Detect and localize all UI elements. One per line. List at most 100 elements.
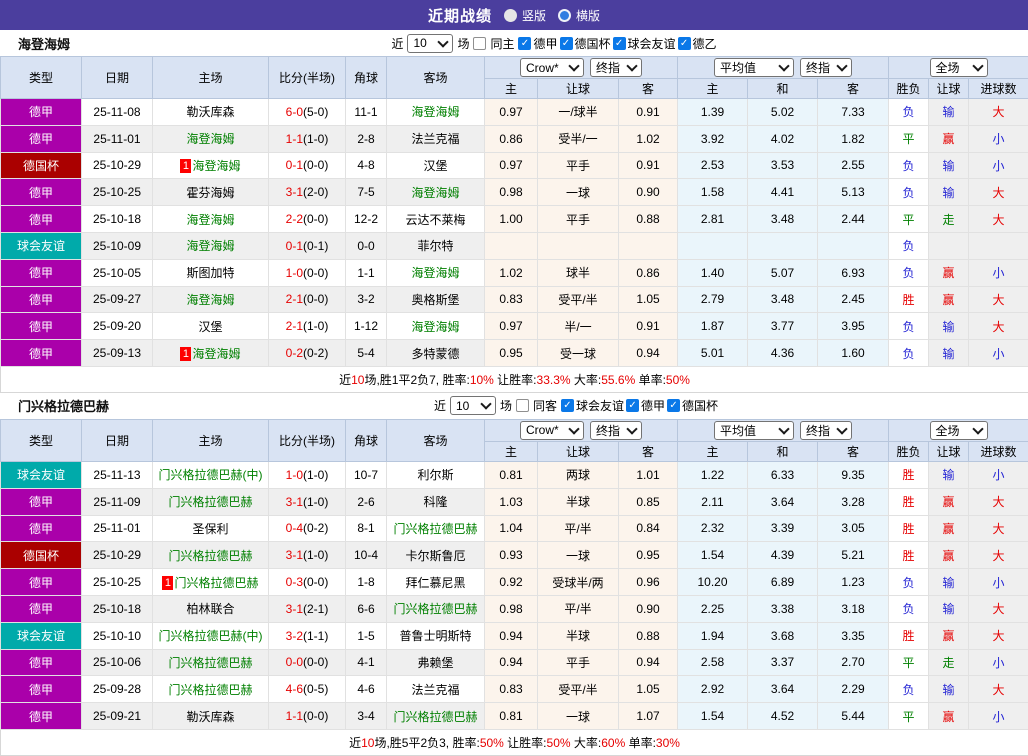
odds-handicap: 一球 (538, 703, 619, 730)
match-date: 25-10-25 (82, 569, 153, 596)
match-count-select[interactable]: 10 (450, 396, 496, 415)
league-checkbox[interactable]: ✓ (613, 37, 626, 50)
corner-count: 1-5 (346, 622, 387, 649)
odds-handicap: 受一球 (538, 340, 619, 367)
score: 1-1(0-0) (269, 703, 346, 730)
page-title: 近期战绩 (428, 5, 492, 26)
league-checkbox-label: 德乙 (693, 35, 717, 52)
league-checkbox[interactable]: ✓ (561, 399, 574, 412)
fulltime-select[interactable]: 全场 (930, 421, 988, 440)
radio-horizontal-icon[interactable] (558, 9, 571, 22)
odds-away: 0.90 (619, 179, 678, 206)
match-date: 25-10-10 (82, 622, 153, 649)
avg-home: 5.01 (678, 340, 748, 367)
corner-count: 4-8 (346, 152, 387, 179)
score: 0-3(0-0) (269, 569, 346, 596)
odds-handicap: 受球半/两 (538, 569, 619, 596)
odds-home: 0.97 (485, 99, 538, 126)
result-wdl: 负 (889, 152, 929, 179)
match-date: 25-10-05 (82, 259, 153, 286)
avg-time-select[interactable]: 终指 (800, 58, 852, 77)
same-venue-checkbox[interactable] (473, 37, 486, 50)
matches-label: 场 (500, 397, 512, 414)
same-venue-checkbox[interactable] (516, 399, 529, 412)
odds-home: 0.95 (485, 340, 538, 367)
away-team: 门兴格拉德巴赫 (387, 595, 485, 622)
avg-away: 3.05 (818, 515, 889, 542)
corner-count: 10-4 (346, 542, 387, 569)
result-wdl: 平 (889, 703, 929, 730)
near-label: 近 (391, 35, 403, 52)
avg-group-header: 平均值 终指 (678, 419, 889, 441)
result-wdl: 负 (889, 232, 929, 259)
result-handicap: 赢 (929, 286, 969, 313)
matches-body: 德甲25-11-08勒沃库森6-0(5-0)11-1海登海姆0.97一/球半0.… (1, 99, 1028, 367)
league-checkbox[interactable]: ✓ (678, 37, 691, 50)
avg-home: 2.11 (678, 488, 748, 515)
away-team: 海登海姆 (387, 99, 485, 126)
fulltime-select[interactable]: 全场 (930, 58, 988, 77)
odds-time-select[interactable]: 终指 (590, 421, 642, 440)
match-row: 德甲25-09-27海登海姆2-1(0-0)3-2奥格斯堡0.83受平/半1.0… (1, 286, 1028, 313)
home-team: 门兴格拉德巴赫(中) (153, 622, 269, 649)
corner-count: 3-4 (346, 703, 387, 730)
odds-group-header: Crow* 终指 (485, 57, 678, 79)
col-home: 主场 (153, 57, 269, 99)
team-name: 门兴格拉德巴赫 (18, 396, 109, 415)
col-odds-away: 客 (619, 79, 678, 99)
odds-away: 0.90 (619, 595, 678, 622)
league-checkbox[interactable]: ✓ (560, 37, 573, 50)
match-count-select[interactable]: 10 (407, 34, 453, 53)
result-wdl: 负 (889, 340, 929, 367)
avg-home: 2.32 (678, 515, 748, 542)
result-goals: 大 (969, 99, 1028, 126)
league-checkbox[interactable]: ✓ (518, 37, 531, 50)
avg-away: 2.45 (818, 286, 889, 313)
col-score: 比分(半场) (269, 57, 346, 99)
col-odds-home: 主 (485, 441, 538, 461)
result-goals: 小 (969, 649, 1028, 676)
avg-select[interactable]: 平均值 (714, 58, 794, 77)
avg-draw (748, 232, 818, 259)
home-team: 海登海姆 (153, 125, 269, 152)
col-odds-away: 客 (619, 441, 678, 461)
chevron-down-icon (568, 423, 579, 434)
odds-handicap: 两球 (538, 461, 619, 488)
col-date: 日期 (82, 57, 153, 99)
odds-handicap: 受半/一 (538, 125, 619, 152)
result-handicap: 输 (929, 152, 969, 179)
corner-count: 10-7 (346, 461, 387, 488)
avg-away: 7.33 (818, 99, 889, 126)
avg-away: 2.44 (818, 206, 889, 233)
avg-away: 5.21 (818, 542, 889, 569)
match-row: 球会友谊25-10-09海登海姆0-1(0-1)0-0菲尔特负 (1, 232, 1028, 259)
odds-home: 0.86 (485, 125, 538, 152)
away-team: 法兰克福 (387, 125, 485, 152)
league-badge: 德甲 (1, 99, 82, 126)
layout-radio-horizontal[interactable]: 横版 (558, 7, 600, 24)
avg-draw: 3.39 (748, 515, 818, 542)
home-team: 门兴格拉德巴赫 (153, 542, 269, 569)
col-type: 类型 (1, 57, 82, 99)
league-badge: 德甲 (1, 703, 82, 730)
odds-company-select[interactable]: Crow* (520, 421, 584, 440)
league-badge: 德甲 (1, 488, 82, 515)
avg-away: 1.60 (818, 340, 889, 367)
league-checkbox[interactable]: ✓ (667, 399, 680, 412)
result-wdl: 负 (889, 313, 929, 340)
col-score: 比分(半场) (269, 419, 346, 461)
avg-time-select[interactable]: 终指 (800, 421, 852, 440)
odds-handicap: 平手 (538, 649, 619, 676)
col-result-wdl: 胜负 (889, 79, 929, 99)
odds-company-select[interactable]: Crow* (520, 58, 584, 77)
col-type: 类型 (1, 419, 82, 461)
radio-vertical-icon[interactable] (504, 9, 517, 22)
avg-draw: 4.02 (748, 125, 818, 152)
avg-select[interactable]: 平均值 (714, 421, 794, 440)
result-goals: 小 (969, 569, 1028, 596)
layout-radio-vertical[interactable]: 竖版 (504, 7, 546, 24)
odds-time-select[interactable]: 终指 (590, 58, 642, 77)
result-group-header: 全场 (889, 419, 1028, 441)
league-checkbox[interactable]: ✓ (626, 399, 639, 412)
result-handicap: 赢 (929, 622, 969, 649)
